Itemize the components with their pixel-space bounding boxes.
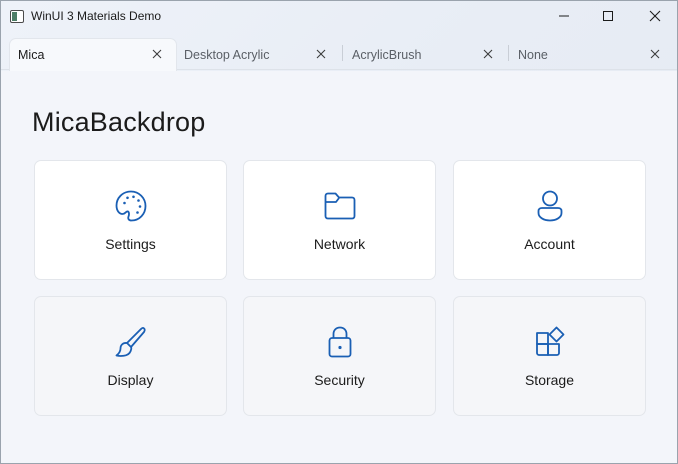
tab-mica[interactable]: Mica <box>9 38 177 71</box>
card-storage[interactable]: Storage <box>453 296 646 416</box>
apps-icon <box>533 325 567 359</box>
title-bar[interactable]: WinUI 3 Materials Demo <box>1 1 677 33</box>
card-label: Network <box>313 236 366 252</box>
tab-strip: Mica Desktop Acrylic AcrylicBrush None <box>1 37 677 71</box>
close-icon <box>152 49 162 59</box>
close-icon <box>316 49 326 59</box>
card-display[interactable]: Display <box>34 296 227 416</box>
card-label: Display <box>107 372 154 388</box>
tab-none[interactable]: None <box>510 39 674 70</box>
tab-close-button[interactable] <box>481 47 495 61</box>
folder-icon <box>323 189 357 223</box>
tab-separator <box>342 45 343 61</box>
tab-label: Desktop Acrylic <box>184 48 270 62</box>
card-network[interactable]: Network <box>243 160 436 280</box>
tab-close-button[interactable] <box>314 47 328 61</box>
app-window: WinUI 3 Materials Demo Mica Desktop Acry… <box>0 0 678 464</box>
card-label: Account <box>524 236 575 252</box>
tab-content: MicaBackdrop Settings Network Account Di… <box>1 71 677 463</box>
tab-acrylicbrush[interactable]: AcrylicBrush <box>344 39 508 70</box>
tab-separator <box>508 45 509 61</box>
lock-icon <box>323 325 357 359</box>
person-icon <box>533 189 567 223</box>
tab-close-button[interactable] <box>150 47 164 61</box>
card-label: Settings <box>105 236 156 252</box>
card-security[interactable]: Security <box>243 296 436 416</box>
tab-label: None <box>518 48 548 62</box>
minimize-button[interactable] <box>541 1 587 31</box>
tab-close-button[interactable] <box>648 47 662 61</box>
close-icon <box>649 10 661 22</box>
app-icon <box>10 10 24 23</box>
close-icon <box>650 49 660 59</box>
minimize-icon <box>559 15 569 17</box>
window-title: WinUI 3 Materials Demo <box>31 9 162 23</box>
tab-label: Mica <box>18 48 45 62</box>
card-settings[interactable]: Settings <box>34 160 227 280</box>
card-label: Storage <box>524 372 575 388</box>
maximize-button[interactable] <box>585 1 631 31</box>
card-account[interactable]: Account <box>453 160 646 280</box>
close-icon <box>483 49 493 59</box>
tab-desktop-acrylic[interactable]: Desktop Acrylic <box>176 39 342 70</box>
close-button[interactable] <box>632 1 677 31</box>
page-title: MicaBackdrop <box>32 107 206 137</box>
card-label: Security <box>314 372 365 388</box>
brush-icon <box>114 325 148 359</box>
palette-icon <box>114 189 148 223</box>
tab-label: AcrylicBrush <box>352 48 422 62</box>
maximize-icon <box>603 11 613 21</box>
